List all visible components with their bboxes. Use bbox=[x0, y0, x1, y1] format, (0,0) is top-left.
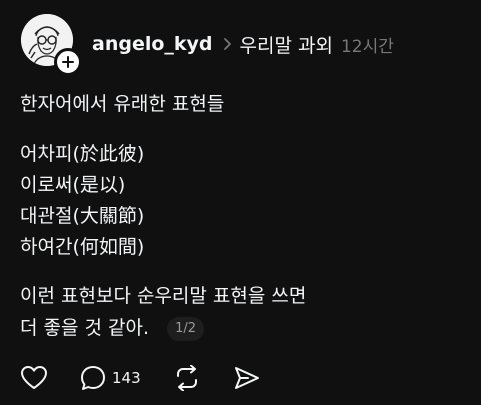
plus-icon bbox=[62, 56, 74, 68]
topic-link[interactable]: 우리말 과외 bbox=[240, 31, 333, 58]
action-bar: 143 bbox=[20, 364, 293, 392]
list-item: 대관절(大關節) bbox=[20, 205, 145, 227]
share-button[interactable] bbox=[233, 365, 261, 391]
post-closing: 이런 표현보다 순우리말 표현을 쓰면 더 좋을 것 같아. 1/2 bbox=[20, 281, 306, 345]
share-icon bbox=[234, 367, 259, 389]
closing-line: 이런 표현보다 순우리말 표현을 쓰면 bbox=[20, 285, 307, 307]
page-indicator: 1/2 bbox=[167, 316, 205, 341]
reply-button[interactable]: 143 bbox=[80, 365, 141, 391]
closing-line: 더 좋을 것 같아. bbox=[20, 317, 150, 339]
like-button[interactable] bbox=[20, 365, 48, 391]
list-item: 하여간(何如間) bbox=[20, 236, 145, 258]
thread-post: angelo_kyd 우리말 과외 12시간 한자어에서 유래한 표현들 어차피… bbox=[0, 0, 481, 405]
list-item: 어차피(於此彼) bbox=[20, 143, 145, 165]
post-time: 12시간 bbox=[340, 36, 394, 57]
follow-button[interactable] bbox=[54, 48, 82, 76]
list-item: 이로써(是以) bbox=[20, 174, 126, 196]
avatar-container[interactable] bbox=[21, 14, 82, 76]
comment-icon bbox=[81, 366, 105, 390]
post-header: angelo_kyd 우리말 과외 12시간 bbox=[92, 30, 394, 58]
chevron-right-icon bbox=[223, 37, 232, 51]
repost-button[interactable] bbox=[173, 365, 201, 391]
username-link[interactable]: angelo_kyd bbox=[92, 33, 213, 55]
expression-list: 어차피(於此彼) 이로써(是以) 대관절(大關節) 하여간(何如間) bbox=[20, 139, 144, 263]
heart-icon bbox=[21, 366, 47, 389]
repost-icon bbox=[176, 365, 197, 391]
post-intro: 한자어에서 유래한 표현들 bbox=[20, 93, 225, 115]
reply-count: 143 bbox=[112, 369, 141, 387]
